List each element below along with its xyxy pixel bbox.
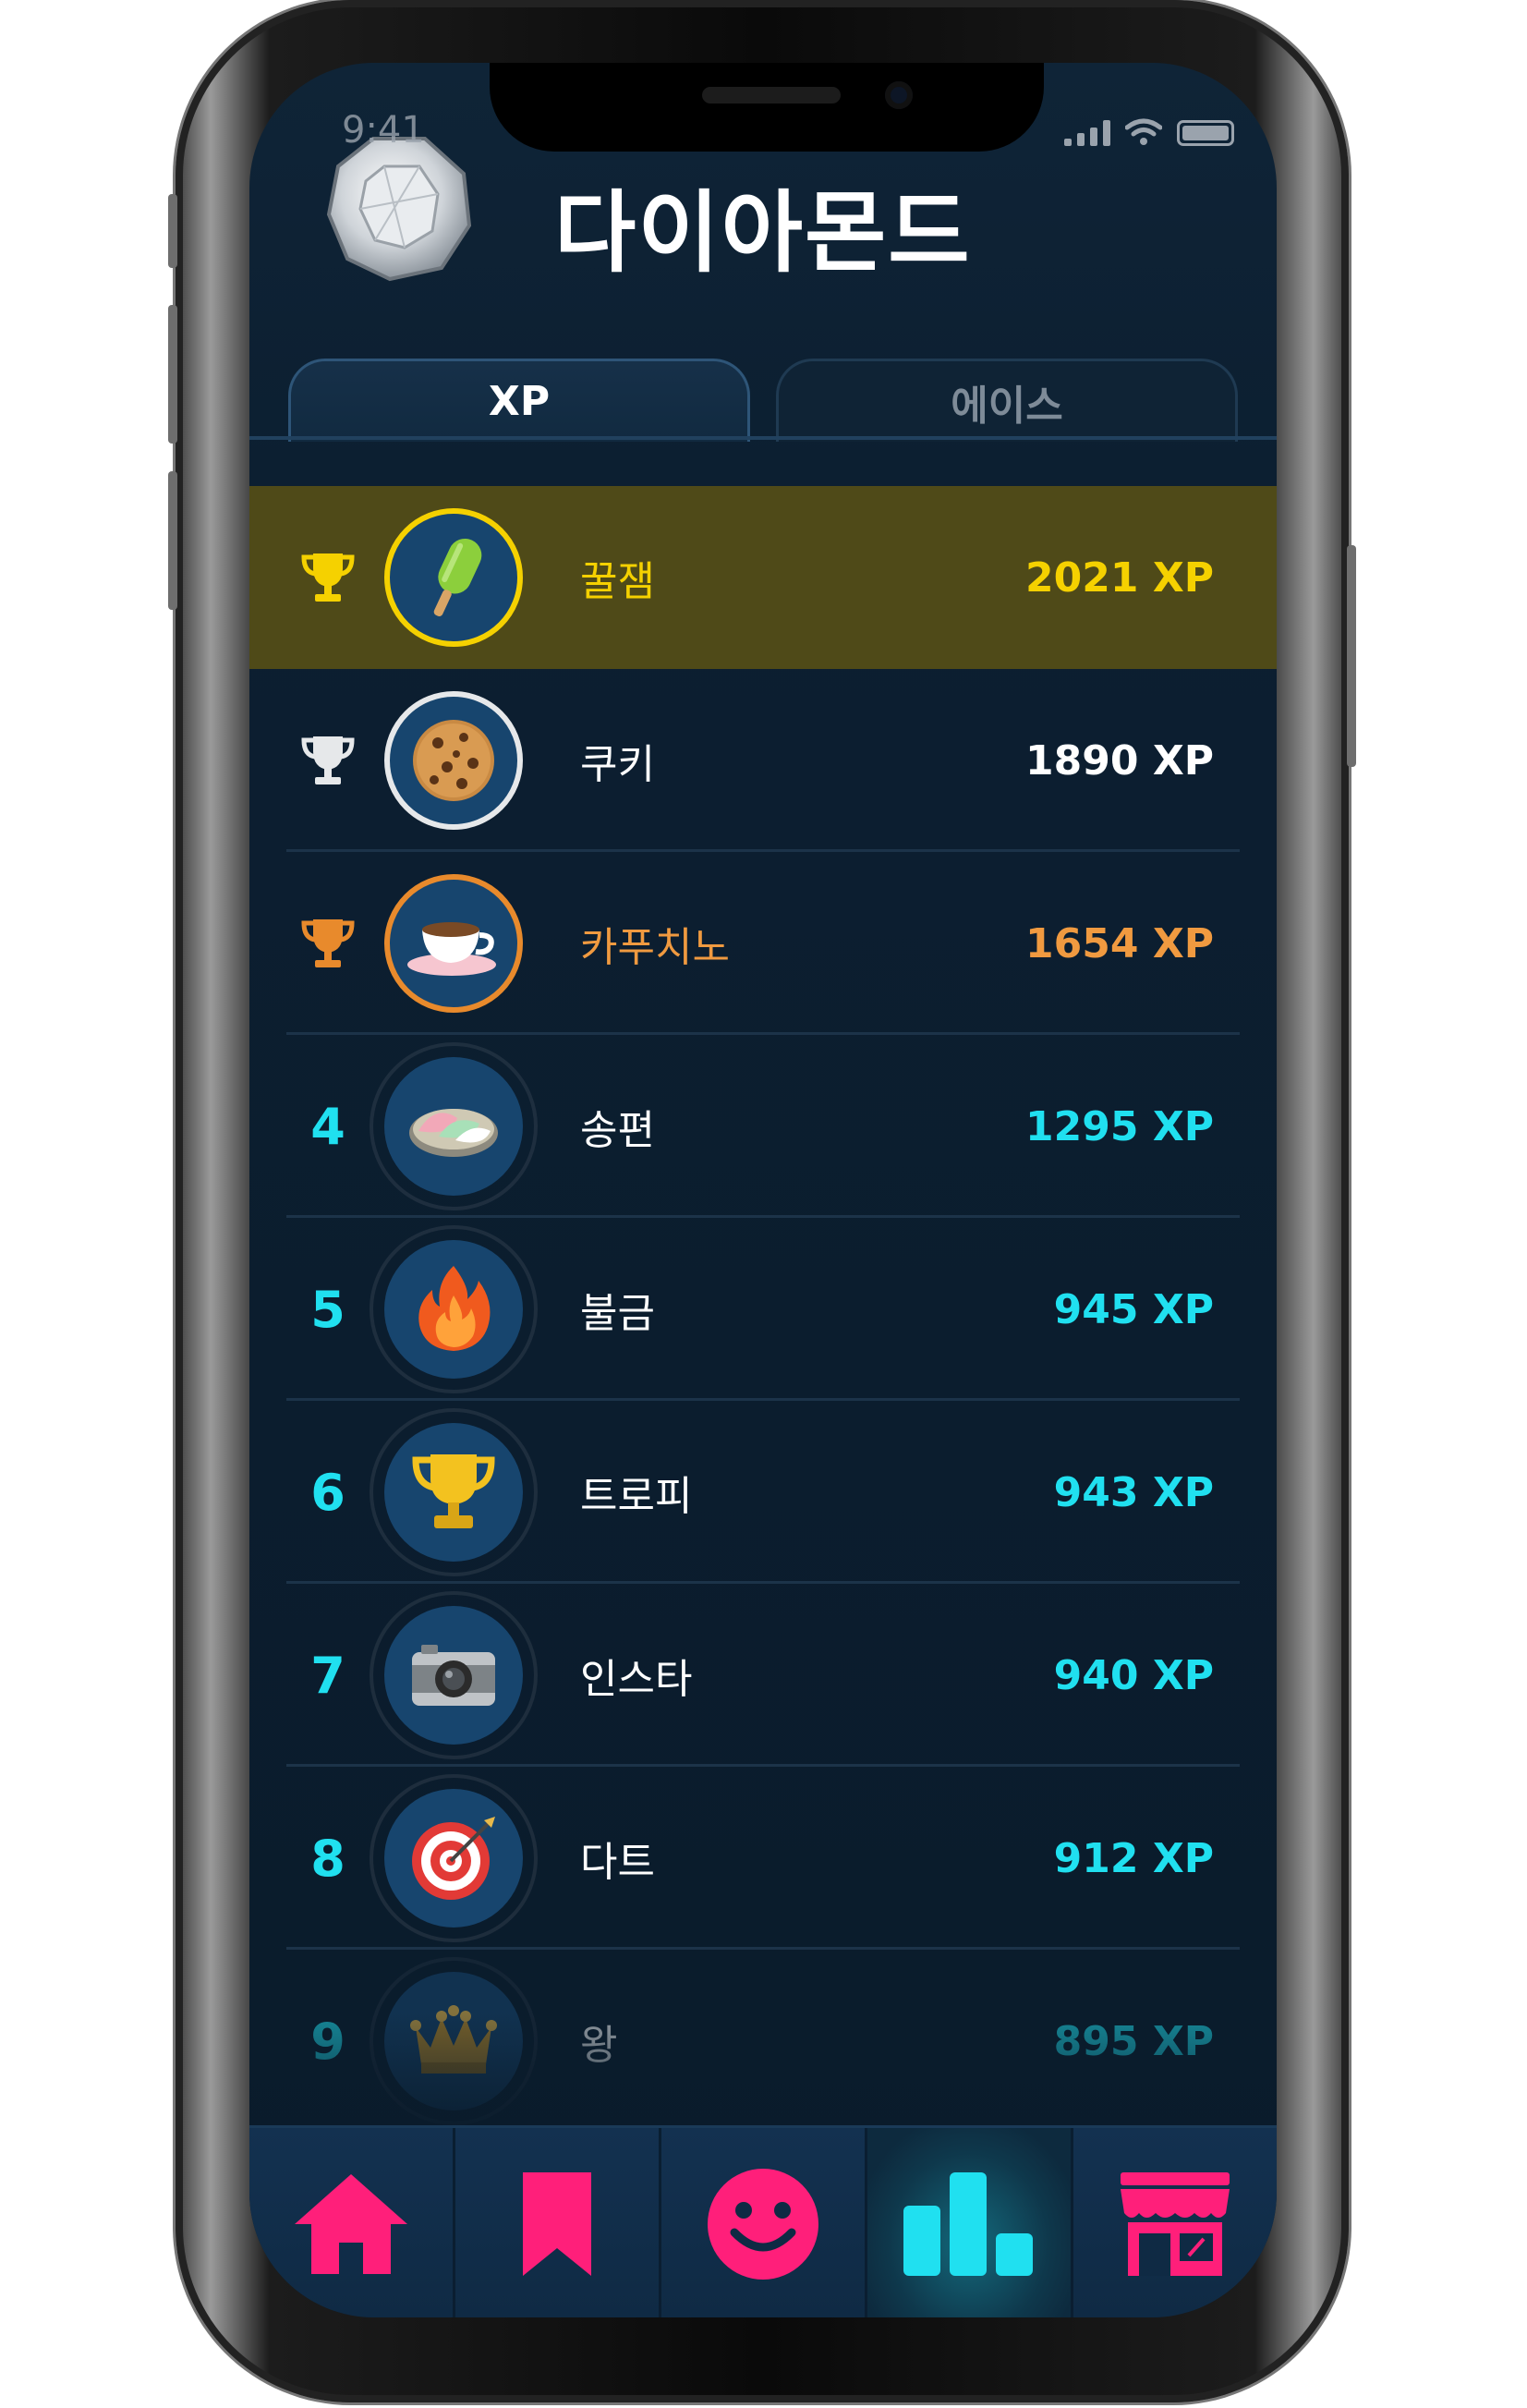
leaderboard-row[interactable]: 카푸치노 1654 XP: [249, 852, 1277, 1035]
player-xp: 1654 XP: [1025, 919, 1214, 967]
fire-icon: [418, 1266, 491, 1351]
songpyeon-icon: [409, 1109, 498, 1157]
player-xp: 940 XP: [1053, 1651, 1214, 1699]
leaderboard-row[interactable]: 쿠키 1890 XP: [249, 669, 1277, 852]
earpiece-speaker: [702, 87, 841, 103]
avatar: [384, 691, 523, 830]
dartboard-icon: [412, 1817, 495, 1900]
home-icon: [295, 2174, 407, 2274]
list-fade-overlay: [249, 2013, 1277, 2133]
nav-profile[interactable]: [661, 2128, 867, 2317]
cookie-icon: [413, 720, 494, 801]
rank-number: 5: [310, 1280, 345, 1339]
player-name: 다트: [580, 1839, 655, 1886]
leaderboard-row[interactable]: 8 다트 912 XP: [249, 1767, 1277, 1950]
rank-cell: [286, 669, 370, 852]
player-name: 트로피: [580, 1473, 693, 1520]
leaderboard-row[interactable]: 5 불금 945 XP: [249, 1218, 1277, 1401]
avatar: [370, 1225, 538, 1393]
rank-number: 6: [310, 1463, 345, 1522]
notch: [490, 63, 1044, 152]
nav-store[interactable]: [1073, 2128, 1277, 2317]
player-name: 송편: [580, 1107, 655, 1154]
leaderboard-row[interactable]: 4 송편 1295 XP: [249, 1035, 1277, 1218]
player-name: 인스타: [580, 1656, 693, 1703]
mute-switch: [168, 194, 177, 268]
leaderboard-row[interactable]: 꿀잼 2021 XP: [249, 486, 1277, 669]
player-name: 불금: [580, 1290, 655, 1337]
avatar: [370, 1408, 538, 1576]
tab-xp[interactable]: XP: [288, 359, 750, 442]
player-xp: 943 XP: [1053, 1468, 1214, 1516]
player-xp: 912 XP: [1053, 1834, 1214, 1882]
nav-leaderboard[interactable]: [867, 2128, 1073, 2317]
avatar: [370, 1042, 538, 1210]
player-xp: 2021 XP: [1025, 553, 1214, 602]
diamond-icon: [326, 137, 472, 282]
avatar: [370, 1591, 538, 1759]
avatar: [370, 1774, 538, 1942]
status-time: 9:41: [342, 109, 425, 152]
player-name: 쿠키: [580, 741, 655, 788]
player-xp: 945 XP: [1053, 1285, 1214, 1333]
front-camera: [885, 81, 913, 109]
volume-up-button: [168, 305, 177, 444]
volume-down-button: [168, 471, 177, 610]
leaderboard-list: 꿀잼 2021 XP 쿠키 1890 XP 카푸치노 1654 XP 4 송편 …: [249, 486, 1277, 2133]
avatar: [384, 508, 523, 647]
player-xp: 1890 XP: [1025, 736, 1214, 784]
avatar: [384, 874, 523, 1013]
rank-number: 8: [310, 1829, 345, 1888]
leaderboard-icon: [903, 2172, 1033, 2276]
battery-icon: [1177, 120, 1234, 146]
cellular-signal-icon: [1064, 120, 1110, 146]
rank-number: 7: [310, 1646, 345, 1705]
rank-number: 4: [310, 1097, 345, 1156]
nav-bookmarks[interactable]: [455, 2128, 661, 2317]
status-icons: [1064, 118, 1234, 146]
store-icon: [1121, 2172, 1230, 2276]
tab-ace[interactable]: 에이스: [776, 359, 1238, 442]
power-button: [1347, 545, 1356, 767]
popsicle-icon: [433, 538, 482, 617]
nav-home[interactable]: [249, 2128, 455, 2317]
wifi-icon: [1125, 118, 1162, 145]
leaderboard-row[interactable]: 6 트로피 943 XP: [249, 1401, 1277, 1584]
trophy-icon: [412, 1454, 495, 1528]
tab-divider: [249, 436, 1277, 440]
leaderboard-row[interactable]: 7 인스타 940 XP: [249, 1584, 1277, 1767]
rank-cell: [286, 486, 370, 669]
app-screen: 9:41 다이아몬드 XP 에이스 꿀잼 2021 XP 쿠키 1890 XP …: [249, 63, 1277, 2317]
gold-trophy-icon: [301, 553, 355, 602]
rank-cell: [286, 852, 370, 1035]
coffee-cup-icon: [407, 922, 496, 976]
player-xp: 1295 XP: [1025, 1102, 1214, 1150]
page-title: 다이아몬드: [554, 181, 972, 285]
bottom-nav: [249, 2125, 1277, 2317]
smiley-icon: [708, 2169, 818, 2280]
silver-trophy-icon: [301, 736, 355, 784]
bookmark-icon: [523, 2172, 591, 2276]
player-name: 꿀잼: [580, 558, 655, 605]
camera-icon: [412, 1645, 495, 1706]
bronze-trophy-icon: [301, 919, 355, 967]
player-name: 카푸치노: [580, 924, 730, 971]
